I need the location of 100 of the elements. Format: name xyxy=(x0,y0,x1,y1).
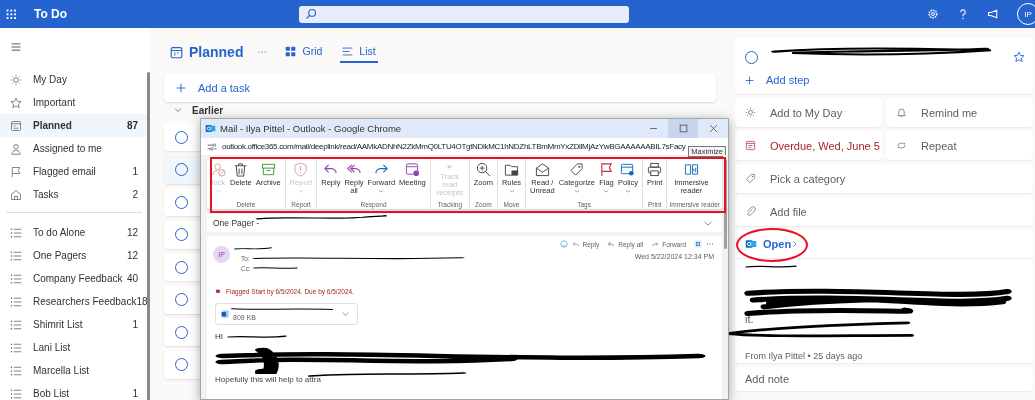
list-icon xyxy=(10,226,22,239)
sidebar-item[interactable]: Important xyxy=(0,91,150,114)
group-label: Earlier xyxy=(192,104,224,116)
reply-all-icon xyxy=(607,240,616,248)
sidebar-item[interactable]: Tasks 2 xyxy=(0,183,150,206)
sidebar-icon xyxy=(10,96,22,109)
view-tab[interactable]: List xyxy=(340,41,378,63)
list-icon xyxy=(10,364,22,377)
grid-icon[interactable] xyxy=(694,240,702,248)
plus-icon xyxy=(176,83,186,93)
sidebar-item[interactable]: Researchers Feedback18 xyxy=(0,290,150,313)
trash-icon xyxy=(233,162,249,177)
greeting-text: HI xyxy=(215,332,223,341)
caret-icon xyxy=(603,189,610,193)
chevron-icon[interactable] xyxy=(704,220,712,226)
search-icon xyxy=(305,8,318,20)
outlook-icon xyxy=(205,123,216,134)
paperclip-icon xyxy=(745,206,756,217)
sidebar-icon xyxy=(10,165,22,178)
scrollbar-thumb[interactable] xyxy=(724,159,727,249)
sidebar-item[interactable]: Bob List 1 xyxy=(0,382,150,400)
sidebar-item[interactable]: Marcella List xyxy=(0,359,150,382)
option-button[interactable]: Add to My Day xyxy=(735,98,882,127)
option-button[interactable]: Add file xyxy=(735,197,1033,226)
email-source: From Ilya Pittel • 25 days ago xyxy=(745,351,863,361)
window-title: Mail - Ilya Pittel - Outlook - Google Chrome xyxy=(220,123,402,134)
search-field[interactable] xyxy=(299,5,630,23)
document-icon xyxy=(221,310,229,318)
view-tab[interactable]: Grid xyxy=(283,41,325,63)
plus-icon xyxy=(745,75,754,85)
option-button[interactable]: Overdue, Wed, June 5 xyxy=(735,131,882,160)
caret-icon xyxy=(625,189,631,193)
sidebar-icon xyxy=(10,73,22,86)
list-title: Planned xyxy=(189,44,244,60)
scrollbar-thumb[interactable] xyxy=(147,72,150,400)
folder-icon xyxy=(504,162,519,177)
maximize-button[interactable] xyxy=(668,119,698,138)
menu-icon[interactable] xyxy=(10,42,22,52)
calendar-icon xyxy=(170,45,183,59)
add-task-field[interactable]: Add a task xyxy=(164,74,716,102)
maximize-icon xyxy=(678,124,688,133)
close-icon xyxy=(708,124,718,133)
option-button[interactable]: Repeat xyxy=(886,131,1033,160)
app-launcher-icon[interactable] xyxy=(6,9,16,19)
sidebar-icon xyxy=(10,188,22,201)
sidebar-item[interactable]: One Pagers 12 xyxy=(0,244,150,267)
book-icon xyxy=(683,162,699,177)
chevron-icon xyxy=(342,312,349,316)
star-icon[interactable] xyxy=(1013,51,1025,63)
list-icon xyxy=(10,341,22,354)
sidebar-item[interactable]: Shimrit List 1 xyxy=(0,313,150,336)
scribble-drawing xyxy=(253,265,298,271)
caret-icon xyxy=(508,189,515,193)
add-note-field[interactable]: Add note xyxy=(735,367,1033,391)
sidebar-icon xyxy=(10,142,22,155)
zoom-in-icon xyxy=(475,162,491,177)
scribble-drawing xyxy=(227,333,287,341)
sun-icon xyxy=(745,107,756,118)
calendar-icon xyxy=(745,140,756,151)
open-email-link[interactable]: Open xyxy=(735,230,1033,259)
app-title: To Do xyxy=(34,7,68,21)
block-icon xyxy=(211,162,226,177)
scribble-drawing xyxy=(234,246,272,252)
site-settings-icon[interactable] xyxy=(207,141,217,152)
repeat-icon xyxy=(896,140,907,151)
calendar-icon xyxy=(404,162,420,177)
sidebar-item[interactable]: To do Alone 12 xyxy=(0,221,150,244)
scribble-drawing xyxy=(745,263,797,271)
option-button[interactable]: Remind me xyxy=(886,98,1033,127)
flag-icon xyxy=(215,288,221,295)
email-subject: One Pager - xyxy=(213,218,260,228)
option-button[interactable]: Pick a category xyxy=(735,164,1033,193)
forward-icon xyxy=(651,240,660,248)
sidebar-icon xyxy=(10,119,22,132)
highlight-ellipse xyxy=(736,228,808,262)
help-icon[interactable] xyxy=(957,8,969,20)
shield-icon xyxy=(293,162,309,177)
sidebar-item[interactable]: Assigned to me xyxy=(0,137,150,160)
sidebar-item[interactable]: My Day xyxy=(0,68,150,91)
outlook-icon xyxy=(745,238,757,250)
sidebar-item[interactable]: Flagged email 1 xyxy=(0,160,150,183)
policy-icon xyxy=(620,162,636,177)
sidebar-item[interactable]: Company Feedback 40 xyxy=(0,267,150,290)
reply-icon xyxy=(571,240,580,248)
megaphone-icon[interactable] xyxy=(987,8,999,20)
settings-icon[interactable] xyxy=(927,8,939,20)
address-bar[interactable]: outlook.office365.com/mail/deeplink/read/AAMkADNhN2ZkMmQ0LTU4OTgtNDlkMC1hNDZhLTBmMmYxZDllMjAzYwBGAAAAAABIL7sFacy xyxy=(222,142,686,151)
tag-icon xyxy=(569,162,585,177)
flag-icon xyxy=(599,162,614,177)
caret-icon xyxy=(573,189,580,193)
list-icon xyxy=(10,295,22,308)
add-step-button[interactable]: Add step xyxy=(745,74,1025,86)
list-icon xyxy=(342,45,354,57)
sidebar-item[interactable]: Lani List xyxy=(0,336,150,359)
bell-icon xyxy=(896,107,907,118)
sidebar-item[interactable]: Planned 87 xyxy=(0,114,150,137)
printer-icon xyxy=(647,162,663,177)
list-icon xyxy=(10,249,22,262)
body-text: Hopefully this will help to attra xyxy=(215,375,321,384)
list-icon xyxy=(10,387,22,400)
